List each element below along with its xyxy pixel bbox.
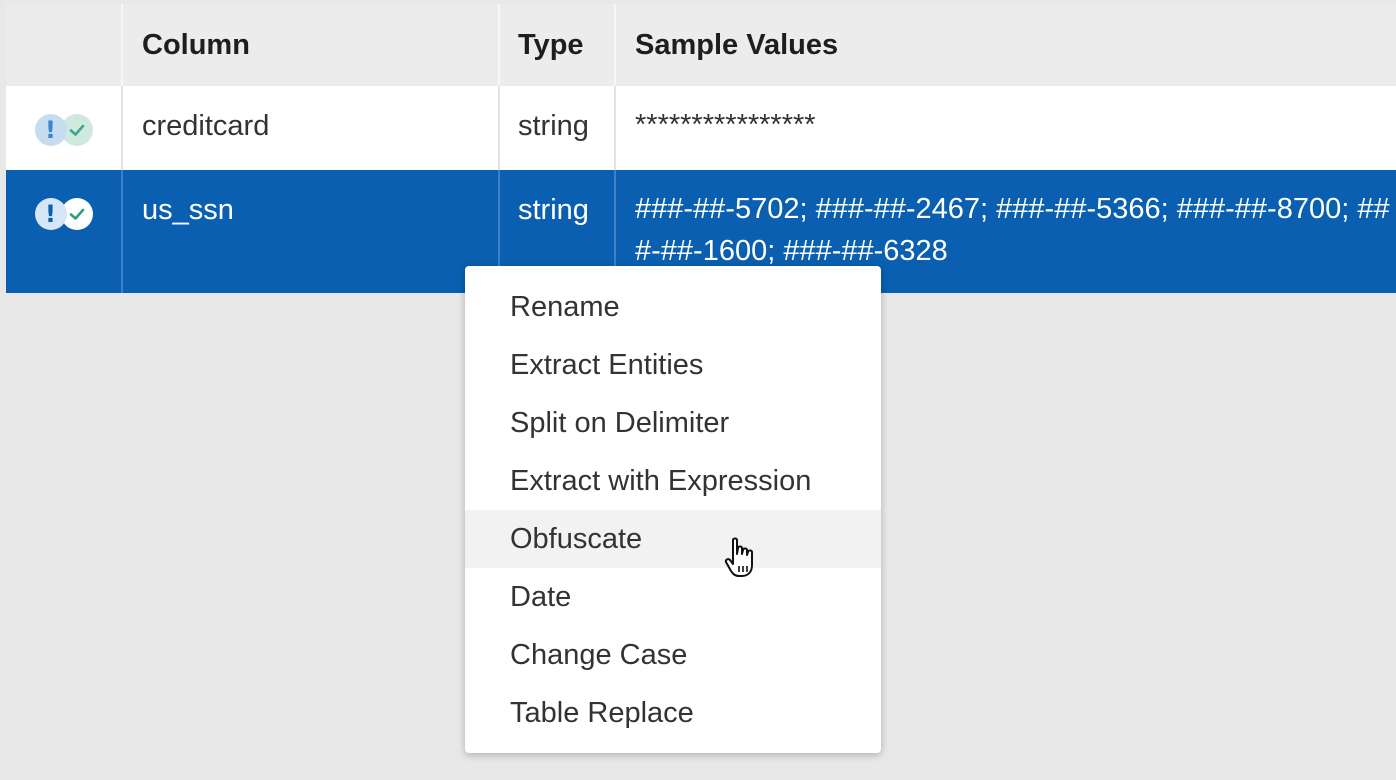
sample-values-text: **************** xyxy=(635,109,816,141)
exclamation-icon[interactable]: ! xyxy=(34,198,67,230)
columns-table: Column Type Sample Values ! creditcard s… xyxy=(6,4,1396,293)
column-type: string xyxy=(500,86,616,170)
menu-item-change-case[interactable]: Change Case xyxy=(465,626,881,684)
row-status-cell: ! xyxy=(6,86,123,170)
sample-values-text: ###-##-5702; ###-##-2467; ###-##-5366; #… xyxy=(635,193,1390,267)
header-sample-values[interactable]: Sample Values xyxy=(616,4,1396,86)
header-type[interactable]: Type xyxy=(500,4,616,86)
column-name: us_ssn xyxy=(123,170,500,293)
table-row-creditcard[interactable]: ! creditcard string **************** xyxy=(6,86,1396,170)
table-header: Column Type Sample Values xyxy=(6,4,1396,86)
context-menu: Rename Extract Entities Split on Delimit… xyxy=(465,266,881,753)
menu-item-split-on-delimiter[interactable]: Split on Delimiter xyxy=(465,394,881,452)
header-column[interactable]: Column xyxy=(123,4,500,86)
menu-item-date[interactable]: Date xyxy=(465,568,881,626)
header-icons-cell xyxy=(6,4,123,86)
menu-item-extract-entities[interactable]: Extract Entities xyxy=(465,336,881,394)
column-name: creditcard xyxy=(123,86,500,170)
exclamation-icon[interactable]: ! xyxy=(34,114,67,146)
menu-item-extract-with-expression[interactable]: Extract with Expression xyxy=(465,452,881,510)
menu-item-rename[interactable]: Rename xyxy=(465,278,881,336)
sample-values: **************** xyxy=(616,86,1396,170)
menu-item-table-replace[interactable]: Table Replace xyxy=(465,684,881,742)
hand-pointer-icon xyxy=(724,536,758,585)
row-status-cell: ! xyxy=(6,170,123,293)
menu-item-obfuscate[interactable]: Obfuscate xyxy=(465,510,881,568)
